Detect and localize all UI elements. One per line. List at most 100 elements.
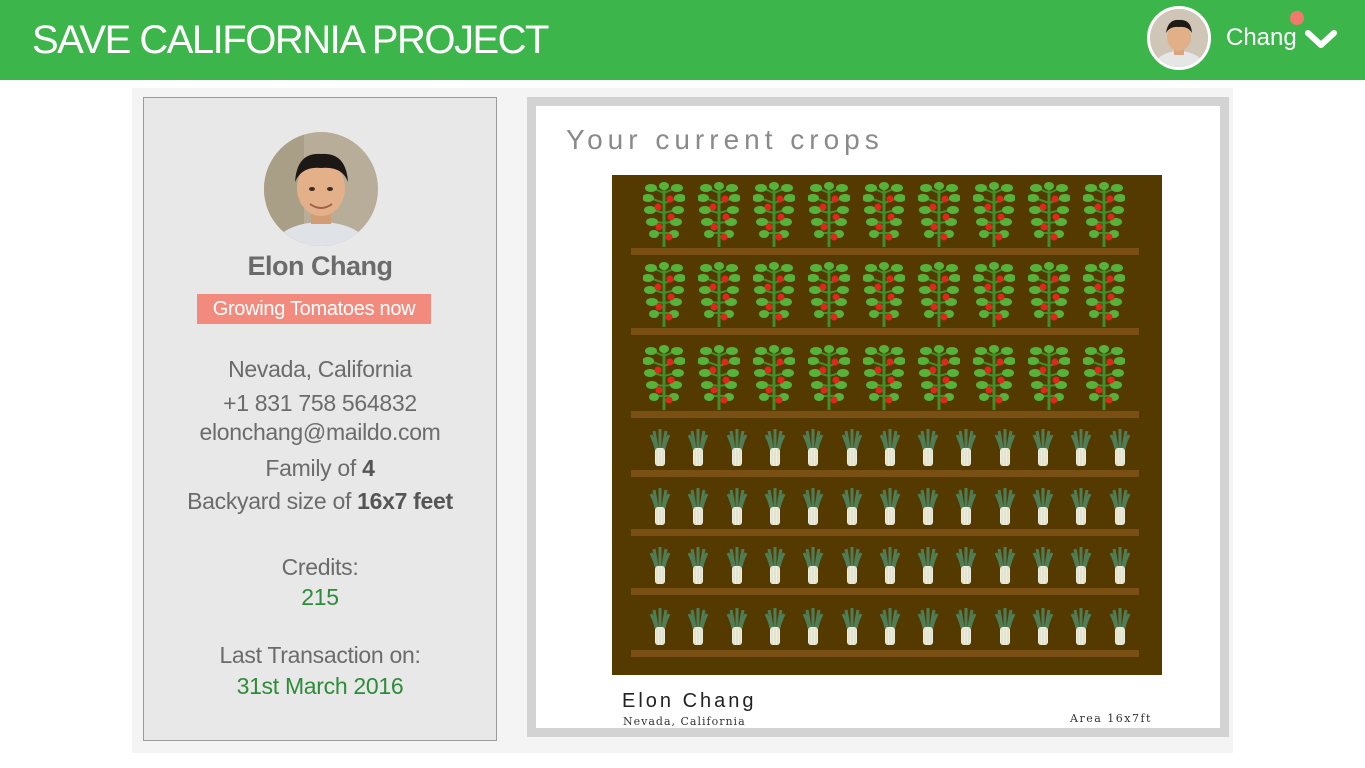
tomato-plant-icon [917,261,961,332]
crops-title: Your current crops [566,124,884,155]
last-transaction-label: Last Transaction on: [219,642,421,668]
leek-icon [916,488,940,533]
leek-icon [725,547,749,592]
leek-icon [763,488,787,533]
leek-icon [1108,608,1132,653]
tomato-plant-icon [807,181,851,252]
last-transaction-value: 31st March 2016 [236,673,404,699]
leek-icon [878,488,902,533]
tomato-plant-icon [752,344,796,415]
tomato-plant-icon [1082,344,1126,415]
email-text: elonchang@maildo.com [199,419,441,445]
credits-value: 215 [301,584,339,610]
tomato-plant-icon [917,344,961,415]
tomato-plant-icon [642,261,686,332]
leek-icon [1069,547,1093,592]
leek-icon [993,608,1017,653]
crops-panel: Your current crops Elon Chang Nevada, Ca… [527,97,1229,737]
leek-icon [954,608,978,653]
leek-icon [916,429,940,474]
leek-icon [801,547,825,592]
leek-icon [954,547,978,592]
leek-icon [648,608,672,653]
tomato-plant-icon [972,261,1016,332]
leek-icon [1069,488,1093,533]
backyard-value: 16x7 feet [357,488,453,514]
leek-icon [878,547,902,592]
leek-icon [725,429,749,474]
tomato-plant-icon [697,344,741,415]
phone-text: +1 831 758 564832 [223,390,417,416]
leek-icon [801,488,825,533]
tomato-plant-icon [972,181,1016,252]
tomato-plant-icon [807,344,851,415]
profile-photo [264,132,378,246]
leek-icon [840,547,864,592]
tomato-plant-icon [862,344,906,415]
leek-icon [1069,608,1093,653]
leek-icon [1031,608,1055,653]
status-badge: Growing Tomatoes now [197,294,431,324]
tomato-plant-icon [642,344,686,415]
leek-icon [993,547,1017,592]
leek-icon [993,429,1017,474]
leek-icon [725,488,749,533]
tomato-plant-icon [862,181,906,252]
profile-name: Elon Chang [247,251,394,281]
leek-icon [840,608,864,653]
leek-icon [878,608,902,653]
chevron-down-icon[interactable] [1305,28,1337,50]
family-label: Family of [265,455,363,481]
leek-icon [648,429,672,474]
owner-name: Elon Chang [622,690,757,712]
app-title: SAVE CALIFORNIA PROJECT [32,18,550,62]
leek-icon [954,429,978,474]
family-value: 4 [362,455,375,481]
tomato-plant-icon [1082,261,1126,332]
tomato-plant-icon [972,344,1016,415]
tomato-plant-icon [1027,181,1071,252]
tomato-plant-icon [642,181,686,252]
leek-icon [763,608,787,653]
leek-icon [840,488,864,533]
notification-dot [1290,11,1304,25]
leek-icon [686,488,710,533]
area-label: Area 16x7ft [1070,712,1152,725]
leek-icon [801,429,825,474]
leek-icon [763,429,787,474]
tomato-plant-icon [1027,344,1071,415]
leek-icon [686,608,710,653]
top-bar: SAVE CALIFORNIA PROJECT Chang [0,0,1365,80]
backyard-label: Backyard size of [187,488,358,514]
leek-icon [648,547,672,592]
leek-icon [801,608,825,653]
tomato-plant-icon [752,261,796,332]
tomato-plant-icon [807,261,851,332]
leek-icon [1069,429,1093,474]
leek-icon [1108,429,1132,474]
tomato-plant-icon [697,181,741,252]
tomato-plant-icon [752,181,796,252]
leek-icon [1031,429,1055,474]
leek-icon [993,488,1017,533]
leek-icon [725,608,749,653]
tomato-plant-icon [862,261,906,332]
leek-icon [878,429,902,474]
profile-card: Elon Chang Growing Tomatoes now Nevada, … [143,97,497,741]
leek-icon [916,608,940,653]
tomato-plant-icon [697,261,741,332]
credits-label: Credits: [281,554,359,580]
leek-icon [686,547,710,592]
user-avatar[interactable] [1147,6,1211,70]
user-name[interactable]: Chang [1226,22,1297,54]
leek-icon [1031,547,1055,592]
leek-icon [916,547,940,592]
leek-icon [763,547,787,592]
owner-location: Nevada, California [623,715,746,728]
tomato-plant-icon [1027,261,1071,332]
family-size: Family of 4 [144,455,496,482]
backyard-size: Backyard size of 16x7 feet [144,488,496,515]
tomato-plant-icon [917,181,961,252]
leek-icon [686,429,710,474]
tomato-plant-icon [1082,181,1126,252]
